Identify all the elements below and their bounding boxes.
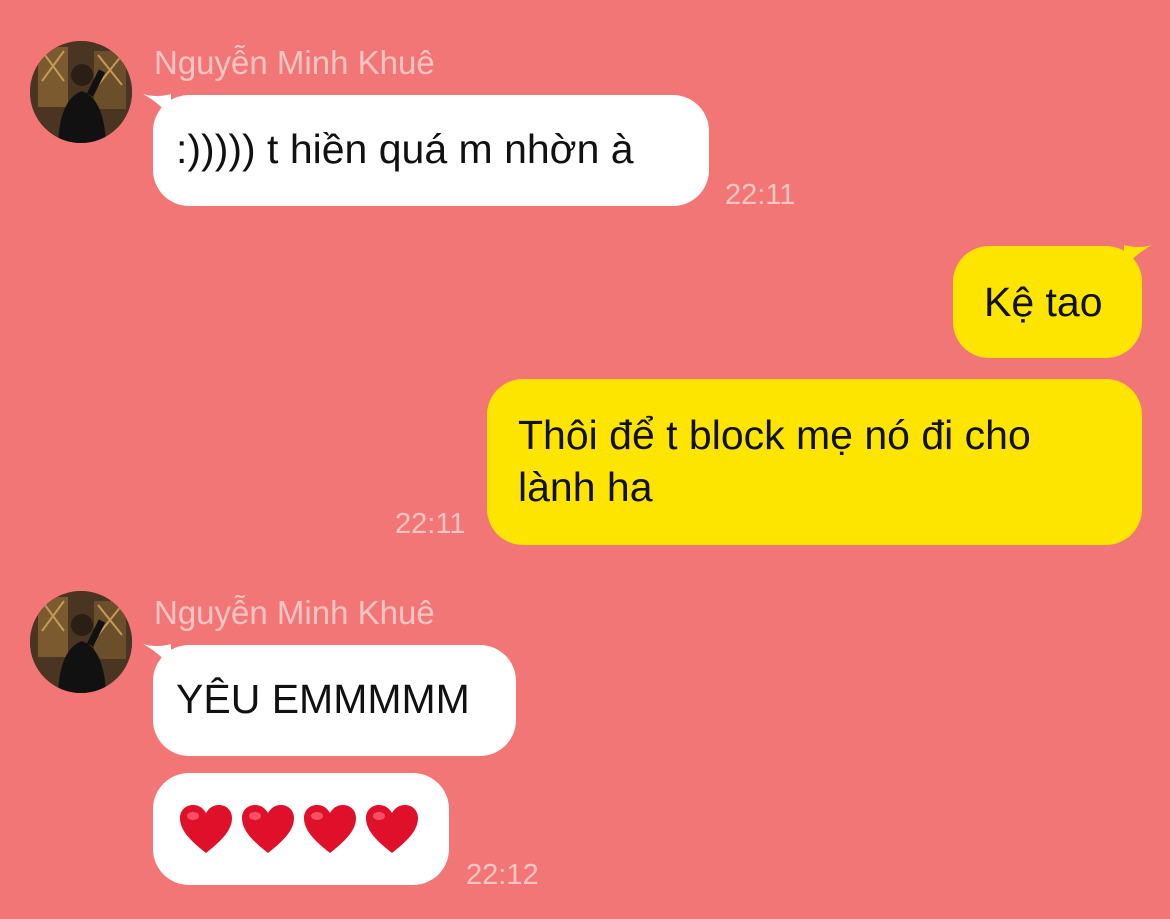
message-text: YÊU EMMMMM (176, 676, 470, 722)
message-text-line: lành ha (518, 464, 653, 510)
avatar[interactable] (30, 591, 132, 693)
message-bubble-incoming[interactable]: YÊU EMMMMM (143, 644, 516, 756)
sender-name: Nguyễn Minh Khuê (154, 44, 435, 81)
message-bubble-outgoing[interactable]: Thôi để t block mẹ nó đi cho lành ha (487, 379, 1142, 545)
sender-name: Nguyễn Minh Khuê (154, 594, 435, 631)
avatar[interactable] (30, 41, 132, 143)
user-photo-avatar-icon (30, 41, 132, 143)
user-photo-avatar-icon (30, 591, 132, 693)
bubble-tail (143, 644, 171, 668)
red-heart-icon (366, 805, 418, 853)
message-bubble-outgoing[interactable]: Kệ tao (953, 245, 1152, 358)
red-heart-icon (242, 805, 294, 853)
message-timestamp: 22:11 (725, 179, 796, 211)
red-heart-icon (180, 805, 232, 853)
bubble-tail (143, 94, 171, 118)
message-bubble-incoming[interactable] (153, 773, 449, 885)
bubble-tail (1124, 245, 1152, 269)
message-timestamp: 22:11 (395, 508, 466, 540)
red-heart-icon (304, 805, 356, 853)
message-text-line: Thôi để t block mẹ nó đi cho (518, 412, 1031, 458)
message-timestamp: 22:12 (466, 859, 539, 891)
message-text: :))))) t hiền quá m nhờn à (176, 126, 634, 172)
message-bubble-incoming[interactable]: :))))) t hiền quá m nhờn à (143, 94, 709, 206)
message-text: Kệ tao (984, 279, 1103, 325)
